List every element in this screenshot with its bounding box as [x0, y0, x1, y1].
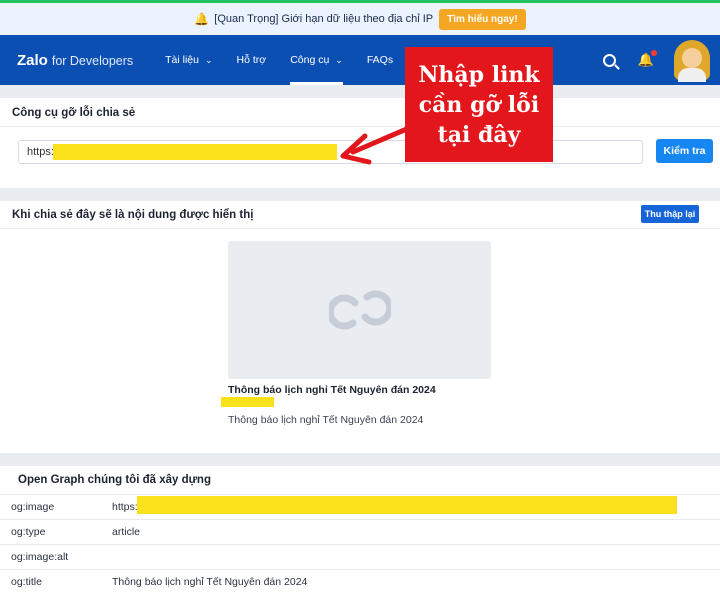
annotation-callout: Nhập link cần gỡ lỗi tại đây	[405, 47, 553, 162]
logo-brand: Zalo	[17, 51, 48, 69]
og-value: https:	[112, 501, 138, 513]
table-row: og:title Thông báo lịch nghỉ Tết Nguyên …	[0, 569, 720, 594]
nav-item-label: Tài liệu	[165, 54, 199, 66]
og-key: og:title	[11, 576, 42, 588]
avatar-body	[678, 68, 706, 82]
notification-dot	[651, 50, 657, 56]
og-key: og:image	[11, 501, 55, 513]
link-placeholder-icon	[328, 290, 391, 330]
notice-text: [Quan Trọng] Giới hạn dữ liệu theo địa c…	[214, 13, 434, 25]
logo-suffix: for Developers	[51, 53, 134, 68]
zalo-developers-logo[interactable]: Zalo for Developers	[17, 52, 133, 69]
nav-item-label: Hỗ trợ	[236, 54, 267, 66]
open-graph-title: Open Graph chúng tôi đã xây dựng	[18, 474, 211, 486]
redaction-highlight	[137, 496, 677, 514]
collect-again-button[interactable]: Thu thập lại	[641, 205, 699, 223]
divider	[0, 228, 720, 229]
check-button[interactable]: Kiểm tra	[656, 139, 713, 163]
avatar-face	[682, 48, 702, 68]
nav-item-faqs[interactable]: FAQs	[367, 35, 393, 85]
preview-card-title: Thông báo lịch nghỉ Tết Nguyên đán 2024	[228, 384, 436, 396]
top-navbar: Zalo for Developers Tài liệu ⌄ Hỗ trợ Cô…	[0, 35, 720, 85]
nav-item-tools[interactable]: Công cụ ⌄	[290, 35, 343, 85]
debug-tool-title: Công cụ gỡ lỗi chia sẻ	[12, 107, 136, 119]
nav-item-support[interactable]: Hỗ trợ	[237, 35, 267, 85]
og-value: Thông báo lịch nghỉ Tết Nguyên đán 2024	[112, 576, 308, 588]
preview-card-description: Thông báo lịch nghỉ Tết Nguyên đán 2024	[228, 414, 424, 426]
chevron-down-icon: ⌄	[335, 54, 343, 65]
nav-item-docs[interactable]: Tài liệu ⌄	[165, 35, 212, 85]
chevron-down-icon: ⌄	[205, 54, 213, 65]
og-key: og:type	[11, 526, 46, 538]
table-row: og:image:alt	[0, 544, 720, 569]
avatar[interactable]	[672, 38, 712, 82]
bell-icon: 🔔	[194, 12, 210, 26]
search-icon[interactable]	[602, 53, 616, 67]
share-preview-card: Khi chia sẻ đây sẽ là nội dung được hiển…	[0, 201, 720, 453]
redaction-highlight	[221, 397, 274, 407]
nav-item-label: Công cụ	[290, 54, 330, 66]
redaction-highlight	[53, 144, 337, 160]
og-value: article	[112, 526, 141, 538]
share-preview-title: Khi chia sẻ đây sẽ là nội dung được hiển…	[12, 209, 254, 221]
preview-image-placeholder	[228, 241, 491, 379]
nav-item-label: FAQs	[366, 54, 394, 66]
learn-more-button[interactable]: Tìm hiểu ngay!	[439, 8, 526, 30]
notification-icon[interactable]: 🔔	[638, 50, 657, 68]
url-input-value: https:	[27, 146, 54, 158]
nav-icons: 🔔	[602, 35, 720, 85]
notice-banner: 🔔 [Quan Trọng] Giới hạn dữ liệu theo địa…	[0, 3, 720, 35]
og-key: og:image:alt	[11, 551, 69, 563]
table-row: og:type article	[0, 519, 720, 544]
